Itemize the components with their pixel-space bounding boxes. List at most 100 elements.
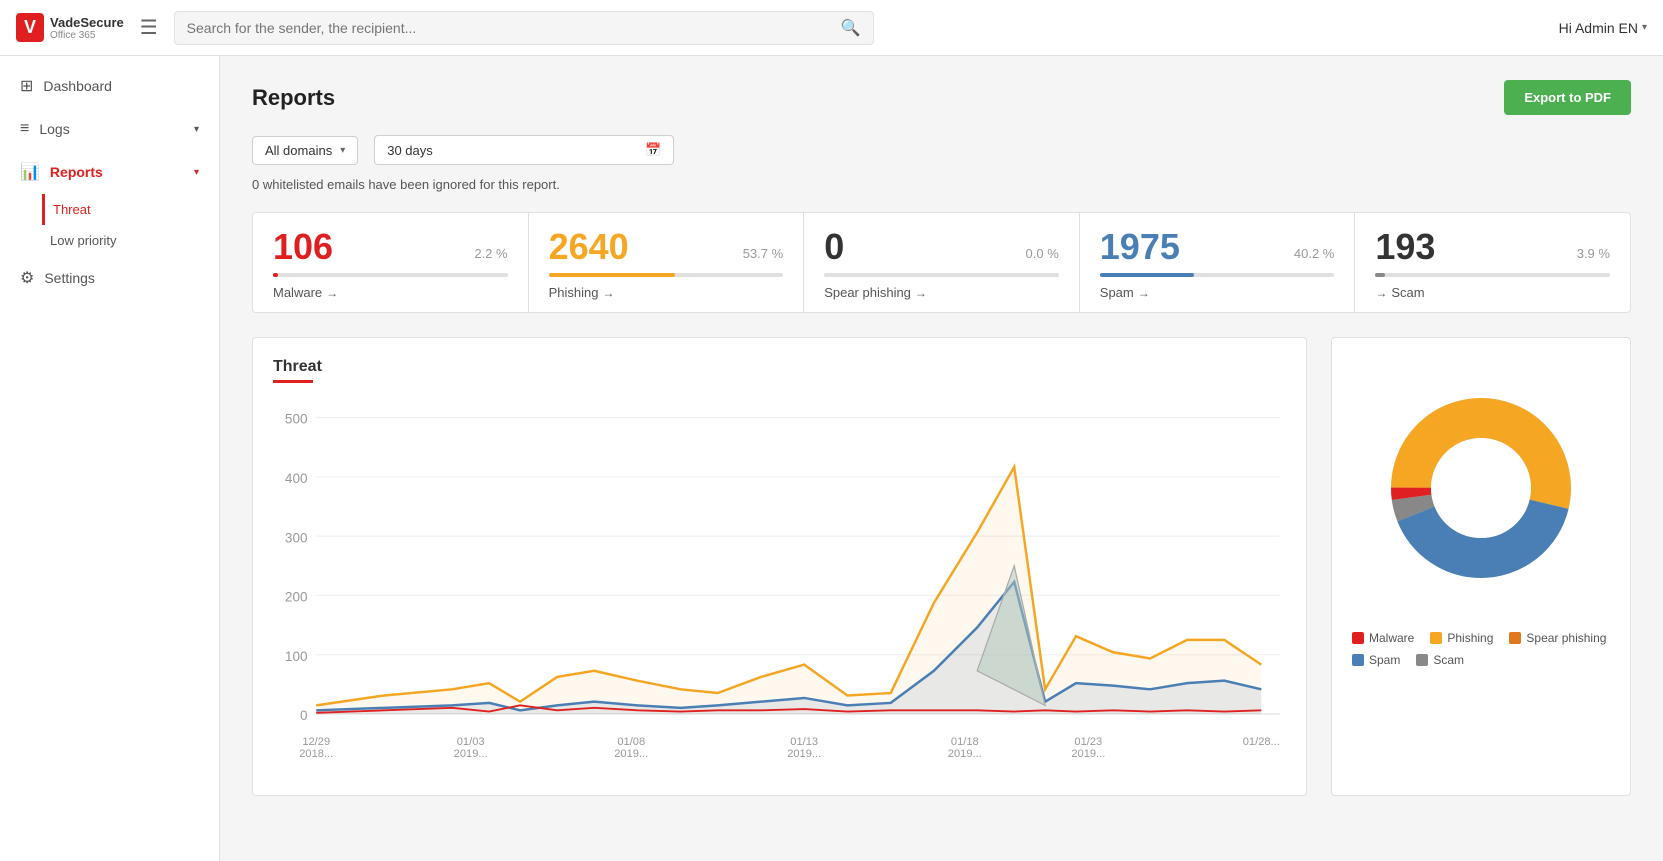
sidebar-sub-reports: Threat Low priority	[0, 194, 219, 256]
chart-title-underline	[273, 380, 313, 383]
search-input[interactable]	[187, 20, 841, 36]
spam-bar-fill	[1100, 273, 1194, 277]
spear-bar	[824, 273, 1059, 277]
svg-text:400: 400	[285, 471, 308, 486]
stat-card-spam: 1975 40.2 % Spam →	[1080, 213, 1356, 312]
spear-arrow-icon: →	[915, 286, 927, 300]
legend-spam-label: Spam	[1369, 653, 1400, 667]
spam-pct: 40.2 %	[1294, 246, 1334, 265]
spam-bar	[1100, 273, 1335, 277]
malware-bar-fill	[273, 273, 278, 277]
svg-text:01/13: 01/13	[790, 736, 818, 748]
legend-spear-label: Spear phishing	[1526, 631, 1606, 645]
svg-text:200: 200	[285, 590, 308, 605]
spam-value: 1975	[1100, 229, 1180, 265]
sidebar-label-dashboard: Dashboard	[43, 78, 112, 94]
date-filter-label: 30 days	[387, 143, 637, 158]
hamburger-icon[interactable]: ☰	[140, 15, 158, 40]
sidebar-label-settings: Settings	[44, 270, 95, 286]
legend-malware-dot	[1352, 632, 1364, 644]
legend-spear-dot	[1509, 632, 1521, 644]
phishing-bar-fill	[549, 273, 675, 277]
logs-icon: ≡	[20, 120, 29, 138]
header: V VadeSecure Office 365 ☰ 🔍 Hi Admin EN …	[0, 0, 1663, 56]
scam-bar-fill	[1375, 273, 1384, 277]
page-title: Reports	[252, 85, 335, 111]
stats-row: 106 2.2 % Malware → 2640 53.7 %	[252, 212, 1631, 313]
malware-pct: 2.2 %	[474, 246, 507, 265]
donut-legend: Malware Phishing Spear phishing Spa	[1352, 631, 1610, 667]
date-filter[interactable]: 30 days 📅	[374, 135, 674, 165]
domain-filter[interactable]: All domains ▾	[252, 136, 358, 165]
spear-value: 0	[824, 229, 844, 265]
sidebar-sub-item-threat[interactable]: Threat	[42, 194, 219, 225]
donut-chart	[1371, 378, 1591, 603]
spear-label[interactable]: Spear phishing →	[824, 285, 1059, 300]
legend-phishing-label: Phishing	[1447, 631, 1493, 645]
domain-filter-label: All domains	[265, 143, 332, 158]
logo: V VadeSecure Office 365	[16, 13, 124, 42]
svg-text:500: 500	[285, 412, 308, 427]
stat-card-phishing: 2640 53.7 % Phishing →	[529, 213, 805, 312]
svg-text:01/08: 01/08	[617, 736, 645, 748]
svg-text:2018...: 2018...	[299, 748, 333, 760]
malware-value: 106	[273, 229, 333, 265]
scam-arrow-icon: →	[1375, 286, 1387, 300]
stat-card-malware: 106 2.2 % Malware →	[253, 213, 529, 312]
svg-text:2019...: 2019...	[948, 748, 982, 760]
legend-scam: Scam	[1416, 653, 1464, 667]
phishing-bar	[549, 273, 784, 277]
legend-spear: Spear phishing	[1509, 631, 1606, 645]
svg-text:2019...: 2019...	[454, 748, 488, 760]
legend-spam-dot	[1352, 654, 1364, 666]
sidebar: ⊞ Dashboard ≡ Logs ▾ 📊 Reports ▾ Threat …	[0, 56, 220, 861]
scam-label[interactable]: → Scam	[1375, 285, 1610, 300]
legend-malware-label: Malware	[1369, 631, 1414, 645]
stat-card-scam: 193 3.9 % → Scam	[1355, 213, 1630, 312]
reports-chevron-icon: ▾	[194, 167, 199, 178]
line-chart-container: Threat 500 400 300 200 100 0	[252, 337, 1307, 796]
whitelist-note: 0 whitelisted emails have been ignored f…	[252, 177, 1631, 192]
malware-arrow-icon: →	[326, 286, 338, 300]
sidebar-sub-item-low-priority[interactable]: Low priority	[50, 225, 219, 256]
spam-arrow-icon: →	[1138, 286, 1150, 300]
spam-label[interactable]: Spam →	[1100, 285, 1335, 300]
sidebar-item-logs[interactable]: ≡ Logs ▾	[0, 108, 219, 150]
sidebar-item-settings[interactable]: ⚙ Settings	[0, 256, 219, 300]
sidebar-label-reports: Reports	[50, 164, 103, 180]
legend-scam-label: Scam	[1433, 653, 1464, 667]
user-label: Hi Admin EN	[1559, 20, 1638, 36]
donut-svg	[1371, 378, 1591, 598]
scam-bar	[1375, 273, 1610, 277]
user-chevron-icon[interactable]: ▾	[1642, 22, 1647, 33]
legend-malware: Malware	[1352, 631, 1414, 645]
scam-value: 193	[1375, 229, 1435, 265]
export-pdf-button[interactable]: Export to PDF	[1504, 80, 1631, 115]
svg-text:01/18: 01/18	[951, 736, 979, 748]
malware-label[interactable]: Malware →	[273, 285, 508, 300]
search-icon: 🔍	[841, 18, 861, 38]
calendar-icon: 📅	[645, 142, 661, 158]
line-chart-svg: 500 400 300 200 100 0	[273, 399, 1286, 770]
stat-card-spear: 0 0.0 % Spear phishing →	[804, 213, 1080, 312]
chart-title: Threat	[273, 358, 1286, 376]
donut-chart-container: Malware Phishing Spear phishing Spa	[1331, 337, 1631, 796]
main-content: Reports Export to PDF All domains ▾ 30 d…	[220, 56, 1663, 861]
scam-pct: 3.9 %	[1577, 246, 1610, 265]
page-header: Reports Export to PDF	[252, 80, 1631, 115]
filters: All domains ▾ 30 days 📅	[252, 135, 1631, 165]
chart-area: Threat 500 400 300 200 100 0	[252, 337, 1631, 796]
spear-pct: 0.0 %	[1026, 246, 1059, 265]
phishing-value: 2640	[549, 229, 629, 265]
svg-text:2019...: 2019...	[1071, 748, 1105, 760]
legend-phishing-dot	[1430, 632, 1442, 644]
logo-text: VadeSecure Office 365	[50, 15, 124, 41]
phishing-arrow-icon: →	[602, 286, 614, 300]
svg-text:12/29: 12/29	[302, 736, 330, 748]
legend-phishing: Phishing	[1430, 631, 1493, 645]
sidebar-item-reports[interactable]: 📊 Reports ▾	[0, 150, 219, 194]
sidebar-item-dashboard[interactable]: ⊞ Dashboard	[0, 64, 219, 108]
legend-spam: Spam	[1352, 653, 1400, 667]
phishing-label[interactable]: Phishing →	[549, 285, 784, 300]
dashboard-icon: ⊞	[20, 76, 33, 96]
